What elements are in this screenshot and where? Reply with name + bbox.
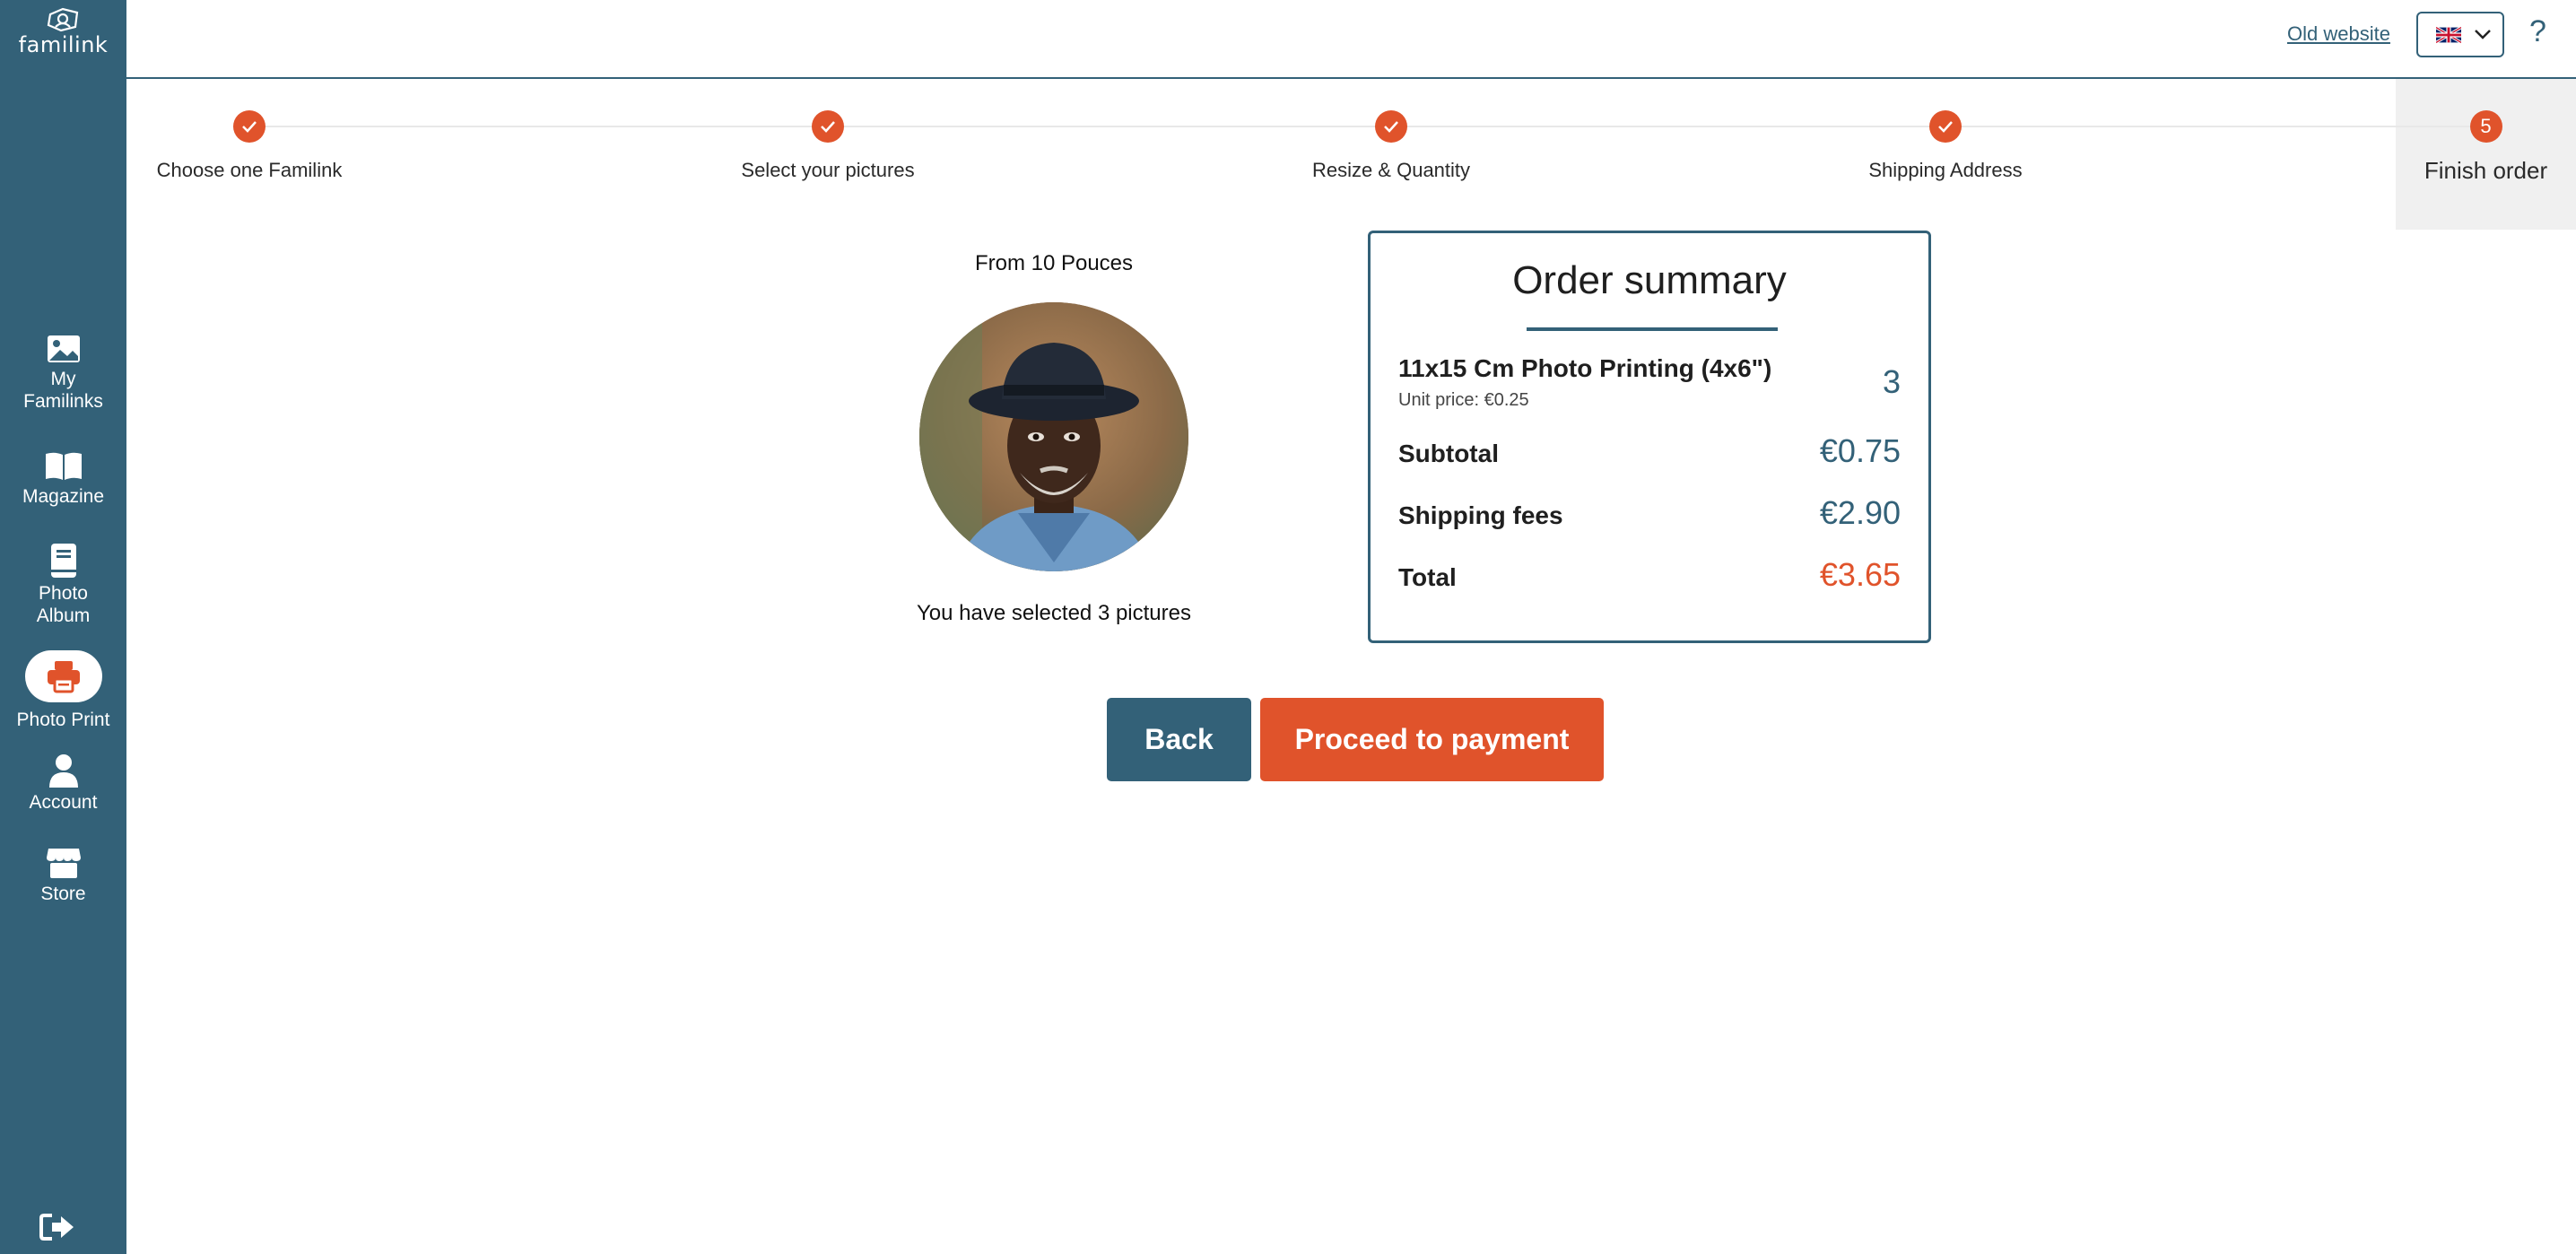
title-underline	[1527, 327, 1778, 331]
language-select[interactable]	[2416, 12, 2504, 57]
sidebar-item-photo-album[interactable]: Photo Album	[0, 543, 126, 627]
back-button[interactable]: Back	[1107, 698, 1251, 781]
step-select-pictures[interactable]: Select your pictures	[720, 110, 936, 182]
sidebar-item-label: Photo Album	[0, 582, 126, 627]
sidebar-item-label: My Familinks	[0, 368, 126, 413]
check-icon	[233, 110, 265, 143]
subtotal-value: €0.75	[1819, 432, 1901, 469]
album-icon	[50, 544, 76, 578]
step-number: 5	[2469, 110, 2502, 143]
sidebar: familink My Familinks Magazine Photo Alb…	[0, 0, 126, 1254]
uk-flag-icon	[2436, 27, 2461, 43]
order-summary-card: Order summary 11x15 Cm Photo Printing (4…	[1368, 231, 1931, 643]
product-quantity: 3	[1882, 363, 1901, 400]
step-choose-familink[interactable]: Choose one Familink	[142, 110, 357, 182]
check-icon	[1929, 110, 1962, 143]
shipping-label: Shipping fees	[1398, 501, 1563, 529]
sidebar-label-line1: Photo	[39, 583, 88, 604]
frame-model-label: From 10 Pouces	[974, 251, 1134, 275]
step-label: Choose one Familink	[156, 159, 343, 181]
step-resize-quantity[interactable]: Resize & Quantity	[1284, 110, 1499, 182]
sidebar-label-line2: Album	[36, 605, 91, 626]
step-finish-order[interactable]: 5 Finish order	[2396, 110, 2576, 185]
logo-icon	[47, 7, 78, 32]
active-indicator	[24, 650, 102, 702]
shipping-value: €2.90	[1819, 494, 1901, 531]
familink-logo[interactable]: familink	[0, 5, 126, 57]
check-icon	[1375, 110, 1407, 143]
store-icon	[46, 849, 81, 878]
unit-price: Unit price: €0.25	[1398, 390, 1529, 410]
sidebar-item-magazine[interactable]: Magazine	[0, 451, 126, 508]
sidebar-item-account[interactable]: Account	[0, 753, 126, 814]
sidebar-label-line2: Familinks	[23, 391, 103, 412]
proceed-to-payment-button[interactable]: Proceed to payment	[1260, 698, 1604, 781]
sidebar-item-label: Store	[40, 884, 86, 904]
total-label: Total	[1398, 563, 1457, 591]
check-icon	[812, 110, 844, 143]
sidebar-item-store[interactable]: Store	[0, 847, 126, 905]
image-icon	[47, 335, 80, 362]
user-icon	[48, 754, 78, 788]
logout-button[interactable]	[39, 1213, 79, 1245]
product-name: 11x15 Cm Photo Printing (4x6")	[1398, 354, 1772, 382]
sidebar-item-my-familinks[interactable]: My Familinks	[0, 334, 126, 413]
total-value: €3.65	[1819, 556, 1901, 593]
step-label: Finish order	[2424, 157, 2548, 184]
sidebar-item-label: Account	[29, 792, 98, 813]
order-summary-title: Order summary	[1512, 258, 1787, 302]
old-website-link[interactable]: Old website	[2287, 22, 2390, 46]
sidebar-item-photo-print[interactable]: Photo Print	[0, 650, 126, 731]
step-label: Select your pictures	[741, 159, 915, 181]
logout-icon	[39, 1214, 74, 1241]
step-label: Resize & Quantity	[1311, 159, 1471, 181]
step-label: Shipping Address	[1868, 159, 2023, 181]
book-open-icon	[45, 452, 82, 480]
logo-text: familink	[18, 32, 109, 57]
sidebar-item-label: Magazine	[22, 486, 105, 507]
sidebar-item-label: Photo Print	[16, 710, 110, 730]
top-bar	[126, 0, 2576, 79]
sidebar-label-line1: My	[50, 369, 76, 389]
portrait-photo	[919, 302, 1188, 571]
help-button[interactable]: ?	[2529, 14, 2546, 49]
step-shipping-address[interactable]: Shipping Address	[1838, 110, 2053, 182]
chevron-down-icon	[2475, 30, 2491, 39]
selected-count-label: You have selected 3 pictures	[917, 601, 1191, 625]
subtotal-label: Subtotal	[1398, 440, 1499, 467]
selected-photo-thumbnail	[919, 302, 1188, 571]
printer-icon	[47, 661, 80, 693]
